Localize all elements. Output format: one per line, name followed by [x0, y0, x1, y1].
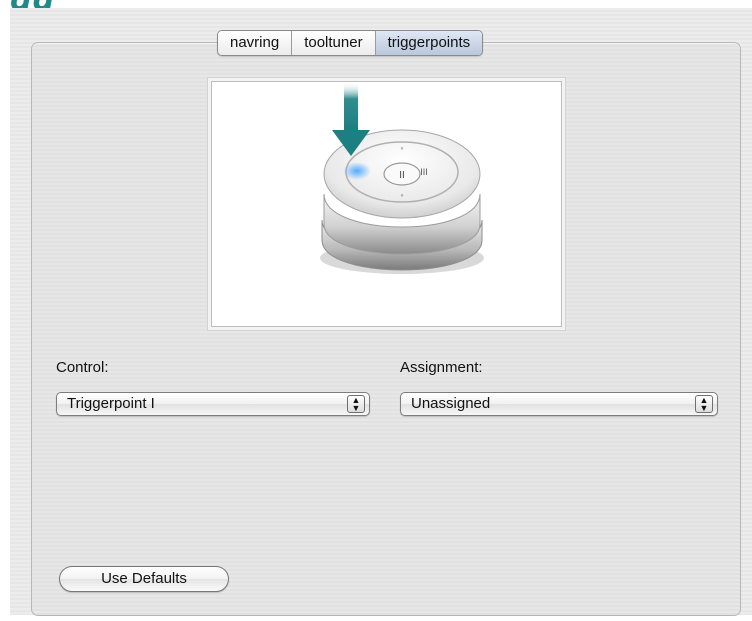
assignment-popup-value: Unassigned	[411, 395, 491, 412]
right-marker-glyph: III	[420, 167, 428, 177]
control-popup-value: Triggerpoint I	[67, 395, 155, 412]
control-label: Control:	[56, 359, 109, 376]
control-popup[interactable]: Triggerpoint I ▲ ▼	[56, 392, 370, 416]
tab-tooltuner[interactable]: tooltuner	[292, 31, 376, 55]
device-preview: II ◦ III ◦	[211, 81, 562, 327]
tab-navring[interactable]: navring	[218, 31, 293, 55]
preview-illustration: II ◦ III ◦	[320, 82, 484, 274]
triggerpoint-highlight	[343, 162, 371, 180]
tab-segmented-control: navring tooltuner triggerpoints	[217, 30, 484, 56]
arrow-shaft	[344, 82, 358, 130]
tab-triggerpoints[interactable]: triggerpoints	[375, 31, 483, 55]
top-marker-glyph: ◦	[400, 143, 403, 153]
up-down-stepper-icon: ▲ ▼	[347, 395, 365, 413]
assignment-popup[interactable]: Unassigned ▲ ▼	[400, 392, 718, 416]
up-down-stepper-icon: ▲ ▼	[695, 395, 713, 413]
use-defaults-button[interactable]: Use Defaults	[59, 566, 229, 592]
assignment-label: Assignment:	[400, 359, 483, 376]
bottom-marker-glyph: ◦	[400, 190, 403, 200]
center-glyph: II	[399, 170, 405, 181]
